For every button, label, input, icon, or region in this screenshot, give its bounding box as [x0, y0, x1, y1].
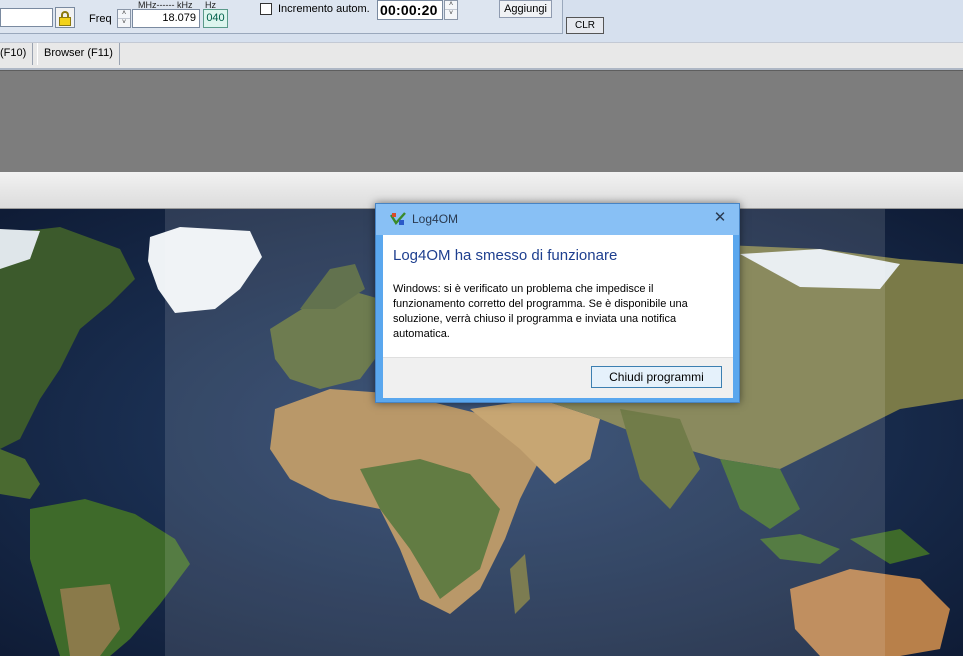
dialog-title-bar[interactable]: Log4OM ✕	[376, 204, 739, 235]
freq-label: Freq	[89, 13, 112, 25]
spinner-up-icon[interactable]: ˄	[118, 10, 130, 19]
timer-input[interactable]: 00:00:20	[377, 0, 443, 20]
dialog-title: Log4OM	[412, 212, 459, 226]
tab-strip: (F10) Browser (F11)	[0, 42, 963, 70]
auto-increment-checkbox[interactable]	[260, 3, 272, 15]
dialog-message: Windows: si è verificato un problema che…	[393, 283, 688, 340]
freq-spinner[interactable]: ˄ ˅	[117, 9, 131, 28]
spinner-up-icon[interactable]: ˄	[445, 1, 457, 10]
qso-entry-panel: Freq ˄ ˅ MHz------ kHz Hz 18.079 040 Inc…	[0, 0, 563, 34]
top-toolbar: Freq ˄ ˅ MHz------ kHz Hz 18.079 040 Inc…	[0, 0, 963, 42]
callsign-input[interactable]	[0, 8, 53, 27]
close-icon[interactable]: ✕	[705, 204, 735, 234]
tab-content-panel	[0, 70, 963, 173]
lock-icon[interactable]	[55, 7, 75, 28]
spinner-down-icon[interactable]: ˅	[118, 19, 130, 27]
tab-browser[interactable]: Browser (F11)	[37, 43, 120, 65]
tab-f10[interactable]: (F10)	[0, 43, 34, 65]
log4om-app-icon	[390, 212, 406, 225]
add-button[interactable]: Aggiungi	[499, 0, 552, 18]
dialog-footer: Chiudi programmi	[383, 357, 733, 398]
auto-increment-label: Incremento autom.	[278, 3, 370, 15]
dialog-body: Log4OM ha smesso di funzionare Windows: …	[383, 235, 733, 357]
timer-spinner[interactable]: ˄ ˅	[444, 0, 458, 20]
spinner-down-icon[interactable]: ˅	[445, 10, 457, 18]
hz-input[interactable]: 040	[203, 9, 228, 28]
close-programs-button[interactable]: Chiudi programmi	[591, 366, 722, 388]
error-dialog: Log4OM ✕ Log4OM ha smesso di funzionare …	[375, 203, 740, 403]
dialog-heading: Log4OM ha smesso di funzionare	[393, 247, 618, 264]
clr-button[interactable]: CLR	[566, 17, 604, 34]
frequency-input[interactable]: 18.079	[132, 9, 200, 28]
